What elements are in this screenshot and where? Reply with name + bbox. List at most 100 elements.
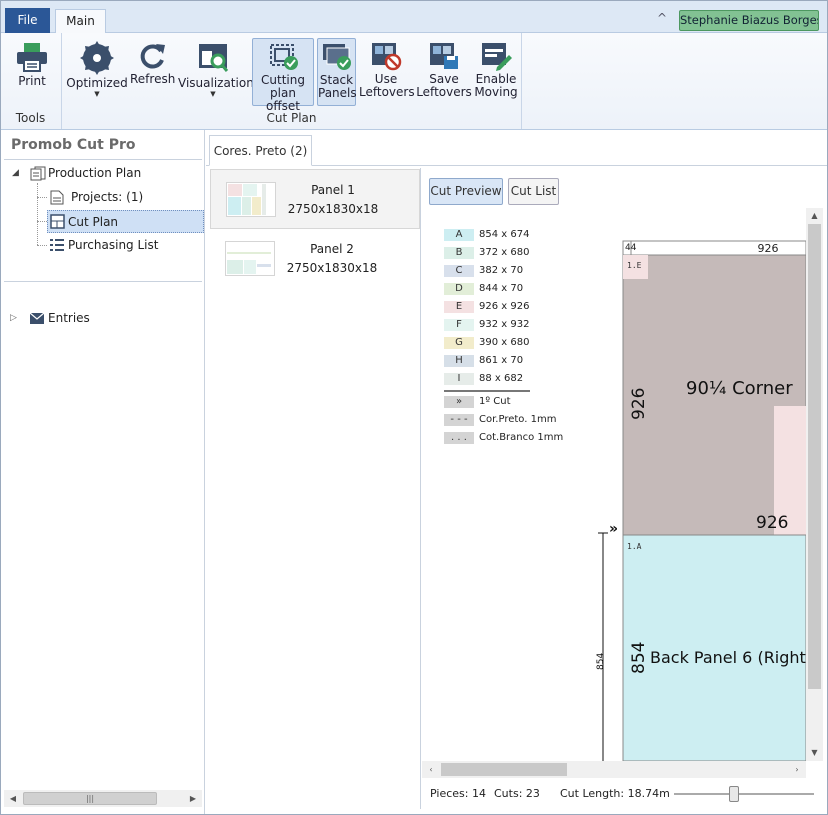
cut-length: Cut Length: 18.74m bbox=[560, 787, 670, 800]
scroll-right-icon[interactable]: › bbox=[790, 761, 804, 778]
legend-size: 861 x 70 bbox=[479, 355, 524, 366]
enable-moving-label-2: Moving bbox=[474, 85, 518, 99]
legend-swatch: F bbox=[444, 319, 474, 331]
legend-symbol: . . . bbox=[444, 432, 474, 444]
tree-item-projects[interactable]: Projects: (1) bbox=[48, 187, 198, 207]
legend-size: 88 x 682 bbox=[479, 373, 524, 384]
group-label-tools: Tools bbox=[15, 111, 46, 125]
printer-icon bbox=[17, 43, 47, 72]
tree-item-production-plan[interactable]: ◢ Production Plan bbox=[12, 163, 192, 183]
collapse-ribbon-icon[interactable]: ^ bbox=[655, 11, 669, 25]
user-badge[interactable]: Stephanie Biazus Borges bbox=[679, 10, 819, 31]
legend-size: 926 x 926 bbox=[479, 301, 530, 312]
tree-label: Projects: (1) bbox=[71, 190, 144, 204]
collapsed-arrow-icon[interactable]: ▷ bbox=[10, 308, 17, 328]
stack-label-2: Panels bbox=[318, 86, 357, 100]
use-leftovers-label-2: Leftovers bbox=[359, 85, 415, 99]
scroll-up-icon[interactable]: ▲ bbox=[806, 209, 823, 223]
cut-preview-area: Cut Preview Cut List 44 926 1.E 926 90¼ … bbox=[422, 168, 828, 809]
scroll-right-icon[interactable]: ▶ bbox=[186, 790, 200, 807]
tree-item-cut-plan[interactable]: Cut Plan bbox=[47, 210, 204, 233]
legend-size: 382 x 70 bbox=[479, 265, 524, 276]
save-leftovers-button[interactable]: Save Leftovers bbox=[416, 38, 472, 106]
cut-list-button[interactable]: Cut List bbox=[508, 178, 559, 205]
cut-preview-button[interactable]: Cut Preview bbox=[429, 178, 503, 205]
group-label-cut-plan: Cut Plan bbox=[266, 111, 317, 125]
refresh-icon bbox=[140, 44, 165, 69]
zoom-slider-thumb[interactable] bbox=[729, 786, 740, 802]
piece-e-left-dimension: 926 bbox=[629, 388, 649, 420]
scroll-down-icon[interactable]: ▼ bbox=[806, 746, 823, 760]
top-dimension: 926 bbox=[758, 242, 779, 255]
legend-swatch: A bbox=[444, 229, 474, 241]
legend-size: 932 x 932 bbox=[479, 319, 530, 330]
enable-moving-icon bbox=[482, 43, 512, 71]
print-button[interactable]: Print bbox=[6, 38, 58, 106]
piece-a-left-dimension: 854 bbox=[629, 642, 649, 674]
cuts-count: Cuts: 23 bbox=[494, 787, 540, 800]
stack-panels-button[interactable]: Stack Panels bbox=[317, 38, 357, 106]
use-leftovers-button[interactable]: Use Leftovers bbox=[359, 38, 415, 106]
legend-swatch: D bbox=[444, 283, 474, 295]
scroll-left-icon[interactable]: ◀ bbox=[6, 790, 20, 807]
tab-file[interactable]: File bbox=[5, 8, 50, 33]
piece-e-label: 90¼ Corner bbox=[686, 378, 793, 399]
legend-label: 1º Cut bbox=[479, 396, 511, 407]
scroll-left-icon[interactable]: ‹ bbox=[424, 761, 438, 778]
panel-list-item[interactable]: Panel 1 2750x1830x18 bbox=[210, 169, 420, 229]
optimized-button[interactable]: Optimized ▼ bbox=[66, 38, 128, 106]
ribbon-tab-bar: File Main ^ Stephanie Biazus Borges bbox=[0, 0, 828, 34]
dropdown-arrow-icon: ▼ bbox=[210, 90, 216, 98]
panel-list-item[interactable]: Panel 2 2750x1830x18 bbox=[210, 229, 420, 289]
horizontal-scrollbar[interactable]: ‹ › bbox=[422, 761, 806, 778]
tree-connector bbox=[37, 221, 47, 222]
ribbon-group-tools: Print Tools bbox=[0, 33, 62, 129]
status-bar: Pieces: 14 Cuts: 23 Cut Length: 18.74m bbox=[422, 784, 828, 804]
panel-dimensions: 2750x1830x18 bbox=[286, 261, 378, 275]
tree-label: Cut Plan bbox=[68, 215, 119, 229]
tree-connector bbox=[37, 183, 38, 245]
piece-a-label: Back Panel 6 (Right) bbox=[650, 648, 806, 667]
cutting-plan-offset-button[interactable]: Cutting plan offset bbox=[252, 38, 314, 113]
tree-label: Purchasing List bbox=[68, 238, 159, 252]
tree-item-purchasing-list[interactable]: Purchasing List bbox=[48, 235, 198, 255]
visualization-button[interactable]: Visualization ▼ bbox=[178, 38, 254, 106]
legend-size: 854 x 674 bbox=[479, 229, 530, 240]
save-leftovers-icon bbox=[430, 43, 458, 69]
inbox-icon bbox=[29, 312, 45, 324]
refresh-button[interactable]: Refresh bbox=[130, 38, 176, 106]
scrollbar-thumb[interactable] bbox=[808, 224, 821, 689]
refresh-label: Refresh bbox=[130, 72, 176, 86]
divider bbox=[4, 159, 202, 160]
cutting-offset-label-2: plan offset bbox=[266, 86, 300, 113]
vertical-scrollbar[interactable]: ▲ ▼ bbox=[806, 208, 823, 761]
zoom-slider-track[interactable] bbox=[674, 793, 814, 795]
ribbon: Print Tools Optimized ▼ Refresh Visualiz… bbox=[0, 33, 828, 130]
horizontal-scrollbar[interactable]: ◀ ||| ▶ bbox=[4, 790, 202, 807]
tab-cores-preto[interactable]: Cores. Preto (2) bbox=[209, 135, 312, 166]
legend-swatch: G bbox=[444, 337, 474, 349]
piece-tag-a: 1.A bbox=[627, 542, 642, 551]
app-title: Promob Cut Pro bbox=[11, 137, 136, 153]
enable-moving-button[interactable]: Enable Moving bbox=[474, 38, 518, 106]
legend-size: 390 x 680 bbox=[479, 337, 530, 348]
stack-panels-icon bbox=[322, 44, 351, 70]
expand-arrow-icon[interactable]: ◢ bbox=[12, 163, 19, 183]
legend-symbol: » bbox=[444, 396, 474, 408]
visualization-icon bbox=[199, 44, 229, 72]
scrollbar-thumb[interactable]: ||| bbox=[23, 792, 157, 805]
cut-plan-icon bbox=[50, 214, 65, 229]
visualization-label: Visualization bbox=[178, 76, 254, 90]
panel-thumbnail bbox=[225, 241, 275, 276]
panel-thumbnail bbox=[226, 182, 276, 217]
legend-swatch: C bbox=[444, 265, 474, 277]
scrollbar-thumb[interactable] bbox=[441, 763, 567, 776]
tab-main[interactable]: Main bbox=[55, 9, 106, 34]
tree-item-entries[interactable]: ▷ Entries bbox=[10, 308, 190, 328]
legend-label: Cot.Branco 1mm bbox=[479, 432, 564, 443]
legend-symbol: - - - bbox=[444, 414, 474, 426]
list-icon bbox=[50, 239, 64, 251]
use-leftovers-icon bbox=[372, 43, 402, 71]
legend-divider bbox=[444, 390, 530, 392]
cutting-offset-icon bbox=[270, 44, 298, 70]
